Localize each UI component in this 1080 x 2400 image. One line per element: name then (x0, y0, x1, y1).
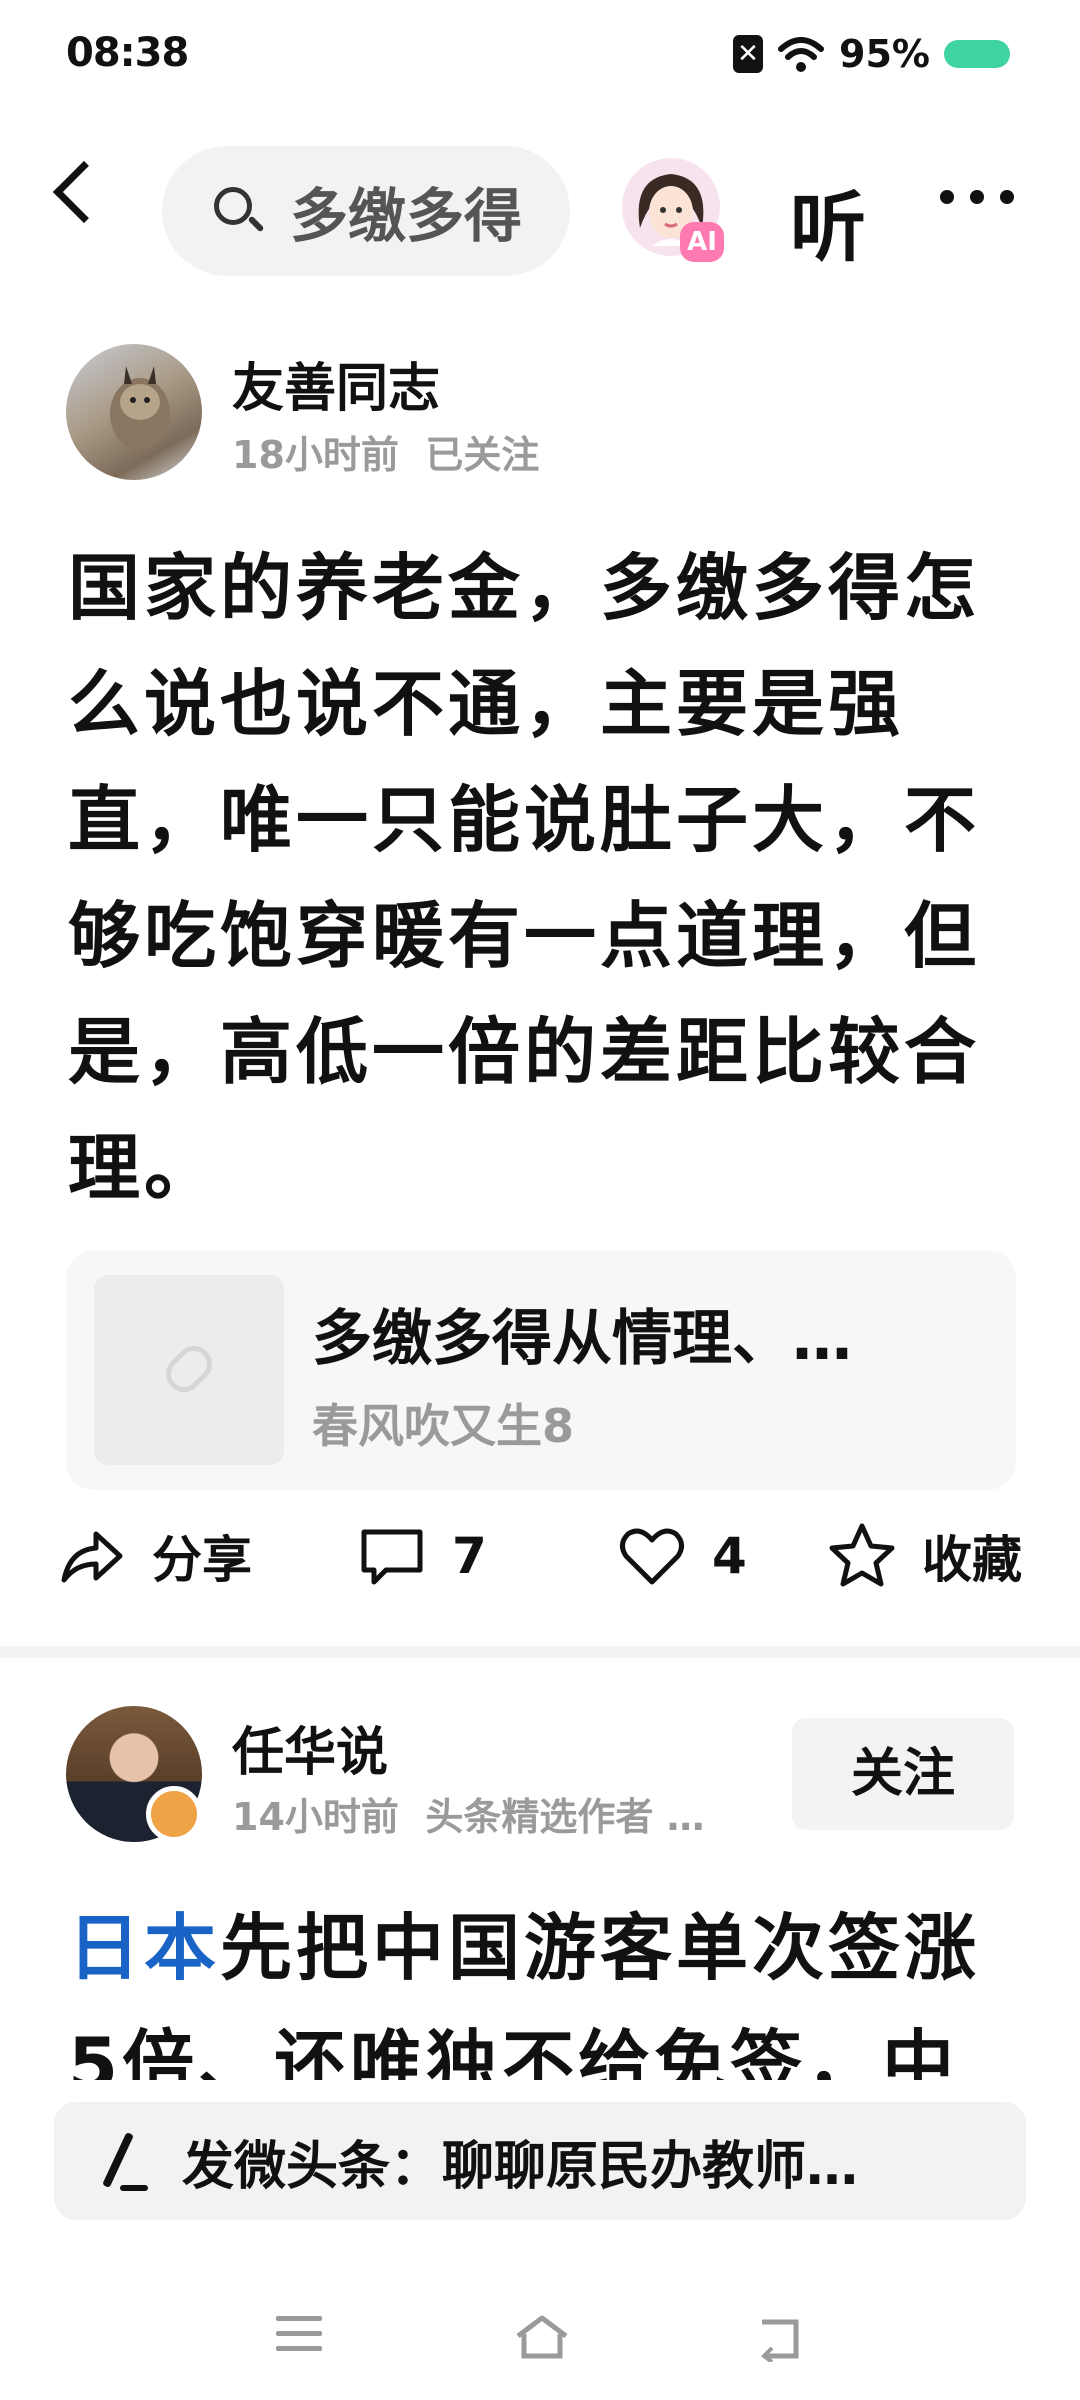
status-time: 08:38 (66, 30, 189, 76)
feed-divider (0, 1646, 1080, 1658)
comment-icon (361, 1529, 423, 1585)
nav-back-icon[interactable] (756, 2316, 804, 2362)
follow-button[interactable]: 关注 (792, 1718, 1014, 1830)
post-time: 18小时前 (232, 433, 399, 477)
nav-menu-icon[interactable] (276, 2316, 322, 2361)
link-card[interactable]: 多缴多得从情理、… 春风吹又生8 (66, 1250, 1016, 1490)
post-body[interactable]: 日本先把中国游客单次签涨5倍、还唯独不给免签，中 (68, 1890, 1028, 2080)
back-icon[interactable] (52, 160, 116, 224)
like-button[interactable]: 4 (616, 1520, 747, 1592)
pen-icon (92, 2131, 148, 2191)
author-tag: 头条精选作者 … (425, 1795, 705, 1839)
verified-badge-icon (146, 1786, 202, 1842)
battery-percent: 95% (839, 32, 930, 76)
heart-icon (620, 1528, 684, 1585)
comment-button[interactable]: 7 (356, 1520, 487, 1592)
post-meta: 18小时前 已关注 (232, 424, 539, 479)
status-icons: ✕ 95% (733, 32, 1010, 76)
search-query: 多缴多得 (290, 182, 523, 250)
author-name[interactable]: 友善同志 (232, 346, 440, 421)
favorite-button[interactable]: 收藏 (826, 1520, 1022, 1592)
nav-home-icon[interactable] (514, 2314, 570, 2360)
author-avatar[interactable] (66, 344, 202, 480)
link-thumbnail (94, 1275, 284, 1465)
link-icon (158, 1338, 220, 1400)
like-count: 4 (712, 1527, 747, 1585)
compose-prompt: 发微头条：聊聊原民办教师… (182, 2136, 859, 2197)
follow-status: 已关注 (425, 433, 540, 477)
post-meta: 14小时前 头条精选作者 … (232, 1786, 705, 1841)
search-bar[interactable]: 多缴多得 (162, 146, 570, 276)
highlighted-keyword[interactable]: 日本 (68, 1906, 220, 1990)
lynx-avatar-image (110, 366, 170, 450)
share-button[interactable]: 分享 (56, 1520, 252, 1592)
listen-button[interactable]: 听 (790, 166, 866, 276)
more-options-icon[interactable] (940, 190, 1014, 204)
link-title: 多缴多得从情理、… (312, 1304, 852, 1374)
share-icon (61, 1531, 123, 1583)
ai-badge: AI (680, 222, 724, 262)
ai-assistant-avatar[interactable]: AI (622, 158, 724, 262)
star-icon (829, 1523, 895, 1587)
post-actions: 分享 7 4 收藏 (56, 1520, 1036, 1600)
share-label: 分享 (152, 1531, 252, 1589)
wifi-icon (778, 37, 825, 72)
link-source: 春风吹又生8 (312, 1399, 575, 1453)
no-sim-icon: ✕ (733, 35, 764, 73)
comment-count: 7 (452, 1527, 487, 1585)
favorite-label: 收藏 (922, 1531, 1022, 1589)
author-name[interactable]: 任华说 (232, 1710, 388, 1785)
compose-bar[interactable]: 发微头条：聊聊原民办教师… (54, 2102, 1026, 2220)
post-time: 14小时前 (232, 1795, 399, 1839)
search-icon (214, 187, 265, 235)
battery-icon (944, 40, 1010, 68)
post-body[interactable]: 国家的养老金，多缴多得怎么说也说不通，主要是强直，唯一只能说肚子大，不够吃饱穿暖… (68, 530, 1018, 1226)
